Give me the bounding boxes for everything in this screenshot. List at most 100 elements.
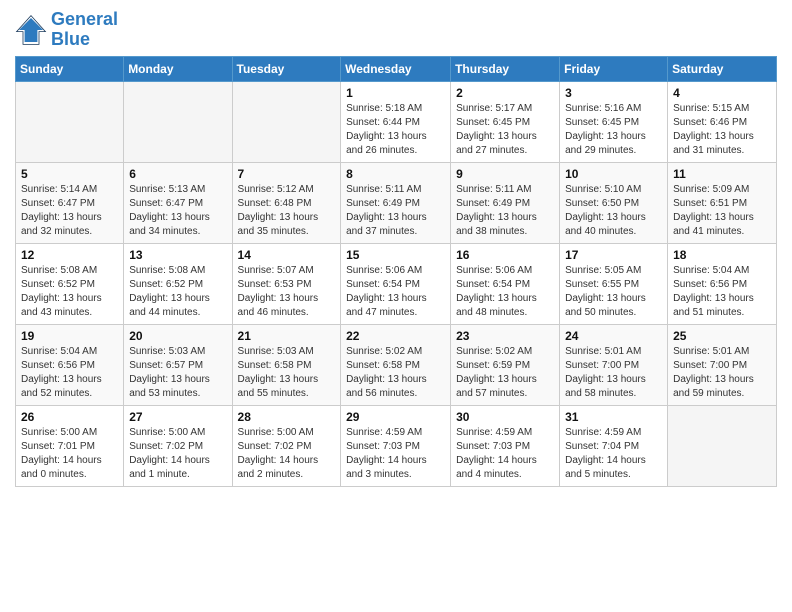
day-number: 31 — [565, 410, 662, 424]
day-info: Sunrise: 4:59 AM Sunset: 7:03 PM Dayligh… — [346, 426, 445, 482]
day-info: Sunrise: 5:02 AM Sunset: 6:58 PM Dayligh… — [346, 345, 445, 401]
day-info: Sunrise: 5:07 AM Sunset: 6:53 PM Dayligh… — [238, 264, 336, 320]
day-number: 24 — [565, 329, 662, 343]
weekday-header: Friday — [560, 56, 668, 81]
day-info: Sunrise: 5:08 AM Sunset: 6:52 PM Dayligh… — [21, 264, 118, 320]
day-number: 22 — [346, 329, 445, 343]
calendar-table: SundayMondayTuesdayWednesdayThursdayFrid… — [15, 56, 777, 487]
calendar-cell — [668, 405, 777, 486]
day-info: Sunrise: 4:59 AM Sunset: 7:04 PM Dayligh… — [565, 426, 662, 482]
calendar-cell: 28Sunrise: 5:00 AM Sunset: 7:02 PM Dayli… — [232, 405, 341, 486]
calendar-cell: 22 Sunrise: 5:02 AM Sunset: 6:58 PM Dayli… — [341, 324, 451, 405]
logo-text: General Blue — [51, 10, 118, 50]
day-number: 5 — [21, 167, 118, 181]
weekday-header: Sunday — [16, 56, 124, 81]
day-number: 27 — [129, 410, 226, 424]
day-info: Sunrise: 5:16 AM Sunset: 6:45 PM Dayligh… — [565, 102, 662, 158]
day-info: Sunrise: 5:01 AM Sunset: 7:00 PM Dayligh… — [565, 345, 662, 401]
calendar-cell: 26 Sunrise: 5:00 AM Sunset: 7:01 PM Dayli… — [16, 405, 124, 486]
calendar-cell: 19Sunrise: 5:04 AM Sunset: 6:56 PM Dayli… — [16, 324, 124, 405]
day-info: Sunrise: 5:06 AM Sunset: 6:54 PM Dayligh… — [456, 264, 554, 320]
calendar-header: SundayMondayTuesdayWednesdayThursdayFrid… — [16, 56, 777, 81]
calendar-cell: 11 Sunrise: 5:09 AM Sunset: 6:51 PM Dayli… — [668, 162, 777, 243]
calendar-cell — [232, 81, 341, 162]
logo: General Blue — [15, 10, 118, 50]
day-info: Sunrise: 5:17 AM Sunset: 6:45 PM Dayligh… — [456, 102, 554, 158]
calendar-cell: 6 Sunrise: 5:13 AM Sunset: 6:47 PM Daylig… — [124, 162, 232, 243]
calendar-cell: 10 Sunrise: 5:10 AM Sunset: 6:50 PM Dayli… — [560, 162, 668, 243]
day-number: 6 — [129, 167, 226, 181]
calendar-cell: 12 Sunrise: 5:08 AM Sunset: 6:52 PM Dayli… — [16, 243, 124, 324]
calendar-cell: 14 Sunrise: 5:07 AM Sunset: 6:53 PM Dayli… — [232, 243, 341, 324]
calendar-week-row: 5 Sunrise: 5:14 AM Sunset: 6:47 PM Daylig… — [16, 162, 777, 243]
day-info: Sunrise: 5:05 AM Sunset: 6:55 PM Dayligh… — [565, 264, 662, 320]
day-number: 15 — [346, 248, 445, 262]
calendar-cell: 16 Sunrise: 5:06 AM Sunset: 6:54 PM Dayli… — [451, 243, 560, 324]
calendar-cell: 31 Sunrise: 4:59 AM Sunset: 7:04 PM Dayli… — [560, 405, 668, 486]
calendar-body: 1 Sunrise: 5:18 AM Sunset: 6:44 PM Daylig… — [16, 81, 777, 486]
calendar-cell: 5 Sunrise: 5:14 AM Sunset: 6:47 PM Daylig… — [16, 162, 124, 243]
day-number: 11 — [673, 167, 771, 181]
day-number: 12 — [21, 248, 118, 262]
calendar-cell: 1 Sunrise: 5:18 AM Sunset: 6:44 PM Daylig… — [341, 81, 451, 162]
day-number: 26 — [21, 410, 118, 424]
calendar-cell: 30 Sunrise: 4:59 AM Sunset: 7:03 PM Dayli… — [451, 405, 560, 486]
weekday-header: Thursday — [451, 56, 560, 81]
calendar-cell: 21Sunrise: 5:03 AM Sunset: 6:58 PM Dayli… — [232, 324, 341, 405]
day-number: 23 — [456, 329, 554, 343]
day-info: Sunrise: 5:04 AM Sunset: 6:56 PM Dayligh… — [21, 345, 118, 401]
calendar-cell: 27Sunrise: 5:00 AM Sunset: 7:02 PM Dayli… — [124, 405, 232, 486]
day-number: 8 — [346, 167, 445, 181]
day-info: Sunrise: 5:15 AM Sunset: 6:46 PM Dayligh… — [673, 102, 771, 158]
logo-icon — [15, 14, 47, 46]
calendar-cell: 20Sunrise: 5:03 AM Sunset: 6:57 PM Dayli… — [124, 324, 232, 405]
day-info: Sunrise: 5:01 AM Sunset: 7:00 PM Dayligh… — [673, 345, 771, 401]
weekday-header: Saturday — [668, 56, 777, 81]
calendar-cell: 13 Sunrise: 5:08 AM Sunset: 6:52 PM Dayli… — [124, 243, 232, 324]
calendar-cell: 7Sunrise: 5:12 AM Sunset: 6:48 PM Daylig… — [232, 162, 341, 243]
day-info: Sunrise: 5:18 AM Sunset: 6:44 PM Dayligh… — [346, 102, 445, 158]
day-info: Sunrise: 5:10 AM Sunset: 6:50 PM Dayligh… — [565, 183, 662, 239]
day-info: Sunrise: 5:03 AM Sunset: 6:57 PM Dayligh… — [129, 345, 226, 401]
day-info: Sunrise: 5:13 AM Sunset: 6:47 PM Dayligh… — [129, 183, 226, 239]
calendar-cell: 3 Sunrise: 5:16 AM Sunset: 6:45 PM Daylig… — [560, 81, 668, 162]
calendar-cell: 17 Sunrise: 5:05 AM Sunset: 6:55 PM Dayli… — [560, 243, 668, 324]
day-number: 2 — [456, 86, 554, 100]
day-info: Sunrise: 4:59 AM Sunset: 7:03 PM Dayligh… — [456, 426, 554, 482]
calendar-cell: 24 Sunrise: 5:01 AM Sunset: 7:00 PM Dayli… — [560, 324, 668, 405]
day-number: 29 — [346, 410, 445, 424]
day-number: 21 — [238, 329, 336, 343]
day-number: 1 — [346, 86, 445, 100]
calendar-cell: 15Sunrise: 5:06 AM Sunset: 6:54 PM Dayli… — [341, 243, 451, 324]
day-number: 13 — [129, 248, 226, 262]
day-number: 16 — [456, 248, 554, 262]
day-number: 14 — [238, 248, 336, 262]
calendar-cell: 4Sunrise: 5:15 AM Sunset: 6:46 PM Daylig… — [668, 81, 777, 162]
day-info: Sunrise: 5:02 AM Sunset: 6:59 PM Dayligh… — [456, 345, 554, 401]
calendar-cell: 23 Sunrise: 5:02 AM Sunset: 6:59 PM Dayli… — [451, 324, 560, 405]
day-info: Sunrise: 5:09 AM Sunset: 6:51 PM Dayligh… — [673, 183, 771, 239]
calendar-cell: 18Sunrise: 5:04 AM Sunset: 6:56 PM Dayli… — [668, 243, 777, 324]
day-info: Sunrise: 5:04 AM Sunset: 6:56 PM Dayligh… — [673, 264, 771, 320]
calendar-cell: 2 Sunrise: 5:17 AM Sunset: 6:45 PM Daylig… — [451, 81, 560, 162]
page-header: General Blue — [15, 10, 777, 50]
day-number: 30 — [456, 410, 554, 424]
day-info: Sunrise: 5:00 AM Sunset: 7:01 PM Dayligh… — [21, 426, 118, 482]
weekday-header: Monday — [124, 56, 232, 81]
day-number: 9 — [456, 167, 554, 181]
day-number: 3 — [565, 86, 662, 100]
calendar-week-row: 26 Sunrise: 5:00 AM Sunset: 7:01 PM Dayli… — [16, 405, 777, 486]
calendar-cell — [124, 81, 232, 162]
calendar-week-row: 19Sunrise: 5:04 AM Sunset: 6:56 PM Dayli… — [16, 324, 777, 405]
day-number: 28 — [238, 410, 336, 424]
calendar-week-row: 1 Sunrise: 5:18 AM Sunset: 6:44 PM Daylig… — [16, 81, 777, 162]
day-number: 17 — [565, 248, 662, 262]
day-info: Sunrise: 5:11 AM Sunset: 6:49 PM Dayligh… — [456, 183, 554, 239]
day-number: 10 — [565, 167, 662, 181]
day-number: 25 — [673, 329, 771, 343]
day-info: Sunrise: 5:14 AM Sunset: 6:47 PM Dayligh… — [21, 183, 118, 239]
calendar-cell: 29 Sunrise: 4:59 AM Sunset: 7:03 PM Dayli… — [341, 405, 451, 486]
weekday-header: Tuesday — [232, 56, 341, 81]
day-info: Sunrise: 5:08 AM Sunset: 6:52 PM Dayligh… — [129, 264, 226, 320]
weekday-header: Wednesday — [341, 56, 451, 81]
